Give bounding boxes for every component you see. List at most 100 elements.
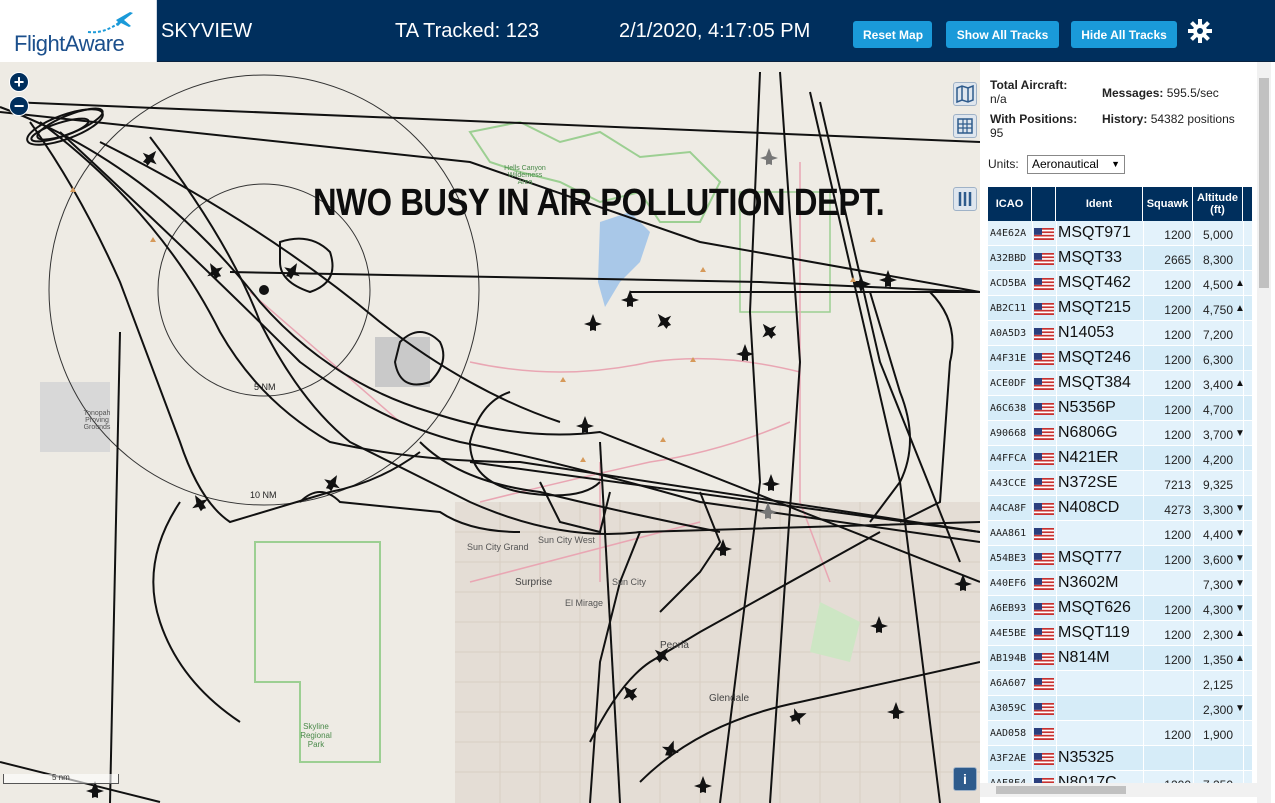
us-flag-icon bbox=[1034, 453, 1054, 465]
column-divider bbox=[1056, 696, 1057, 721]
grid-icon[interactable] bbox=[953, 114, 977, 138]
us-flag-icon bbox=[1034, 428, 1054, 440]
table-row[interactable]: AAA861 1200 4,400 ▼ bbox=[988, 521, 1252, 546]
column-divider bbox=[1193, 396, 1194, 421]
column-divider bbox=[1243, 671, 1244, 696]
ring-label-5nm: 5 NM bbox=[254, 382, 276, 392]
us-flag-icon bbox=[1034, 328, 1054, 340]
column-divider bbox=[1056, 421, 1057, 446]
map-canvas[interactable] bbox=[0, 62, 980, 803]
zoom-in-button[interactable]: + bbox=[9, 72, 29, 92]
panel-scrollbar[interactable] bbox=[1257, 62, 1271, 803]
column-divider bbox=[1032, 321, 1033, 346]
show-all-tracks-button[interactable]: Show All Tracks bbox=[946, 21, 1059, 48]
scale-label: 5 nm bbox=[52, 773, 70, 782]
horizontal-scrollbar[interactable] bbox=[980, 783, 1257, 797]
map-icon[interactable] bbox=[953, 82, 977, 106]
table-row[interactable]: A0A5D3 N14053 1200 7,200 bbox=[988, 321, 1252, 346]
place-label: Skyline Regional Park bbox=[300, 722, 332, 749]
column-divider bbox=[1143, 621, 1144, 646]
map-view[interactable]: NWO BUSY IN AIR POLLUTION DEPT. 5 NM 10 … bbox=[0, 62, 980, 803]
reset-map-button[interactable]: Reset Map bbox=[853, 21, 932, 48]
cell-squawk: 1200 bbox=[1164, 628, 1191, 642]
cell-ident: N35325 bbox=[1058, 749, 1115, 766]
column-divider bbox=[1243, 246, 1244, 271]
column-divider bbox=[1056, 671, 1057, 696]
table-row[interactable]: A4E62A MSQT971 1200 5,000 bbox=[988, 221, 1252, 246]
table-row[interactable]: A6EB93 MSQT626 1200 4,300 ▼ bbox=[988, 596, 1252, 621]
table-row[interactable]: A6A607 2,125 bbox=[988, 671, 1252, 696]
table-row[interactable]: A43CCE N372SE 7213 9,325 bbox=[988, 471, 1252, 496]
table-row[interactable]: A3059C 2,300 ▼ bbox=[988, 696, 1252, 721]
column-divider bbox=[1032, 546, 1033, 571]
column-header-ident[interactable]: Ident bbox=[1056, 187, 1143, 221]
list-icon[interactable] bbox=[953, 187, 977, 211]
table-row[interactable]: A90668 N6806G 1200 3,700 ▼ bbox=[988, 421, 1252, 446]
table-row[interactable]: ACD5BA MSQT462 1200 4,500 ▲ bbox=[988, 271, 1252, 296]
column-header-icao[interactable]: ICAO bbox=[988, 187, 1032, 221]
table-row[interactable]: AAD058 1200 1,900 bbox=[988, 721, 1252, 746]
cell-ident: N421ER bbox=[1058, 449, 1119, 466]
column-divider bbox=[1143, 271, 1144, 296]
cell-icao: A0A5D3 bbox=[990, 328, 1027, 339]
cell-altitude: 2,125 bbox=[1202, 678, 1233, 692]
zoom-out-button[interactable]: − bbox=[9, 96, 29, 116]
messages-value: 595.5/sec bbox=[1166, 86, 1219, 100]
cell-altitude: 7,300 bbox=[1202, 578, 1233, 592]
us-flag-icon bbox=[1034, 578, 1054, 590]
column-header-extra[interactable] bbox=[1243, 187, 1252, 221]
hide-all-tracks-button[interactable]: Hide All Tracks bbox=[1071, 21, 1177, 48]
cell-ident: N14053 bbox=[1058, 324, 1115, 341]
table-row[interactable]: A4F31E MSQT246 1200 6,300 bbox=[988, 346, 1252, 371]
table-row[interactable]: AB2C11 MSQT215 1200 4,750 ▲ bbox=[988, 296, 1252, 321]
cell-altitude: 9,325 bbox=[1202, 478, 1233, 492]
aircraft-table-body: A4E62A MSQT971 1200 5,000 A32BBD MSQT33 2665 8,… bbox=[988, 221, 1252, 796]
table-row[interactable]: A6C638 N5356P 1200 4,700 bbox=[988, 396, 1252, 421]
cell-icao: A32BBD bbox=[990, 253, 1027, 264]
gear-icon[interactable] bbox=[1187, 18, 1213, 44]
column-divider bbox=[1143, 421, 1144, 446]
column-divider bbox=[1032, 296, 1033, 321]
table-row[interactable]: A4FFCA N421ER 1200 4,200 bbox=[988, 446, 1252, 471]
column-divider bbox=[1193, 546, 1194, 571]
table-row[interactable]: A54BE3 MSQT77 1200 3,600 ▼ bbox=[988, 546, 1252, 571]
column-divider bbox=[1143, 446, 1144, 471]
place-label: Hells Canyon Wilderness Area bbox=[504, 165, 546, 186]
flightaware-logo[interactable]: FlightAware bbox=[0, 0, 157, 62]
column-divider bbox=[1056, 471, 1057, 496]
cell-altitude: 4,200 bbox=[1202, 453, 1233, 467]
cell-ident: MSQT119 bbox=[1058, 624, 1130, 641]
place-label: Glendale bbox=[709, 693, 750, 704]
with-positions-label: With Positions: bbox=[990, 112, 1078, 126]
column-divider bbox=[1143, 346, 1144, 371]
cell-altitude: 3,400 bbox=[1202, 378, 1233, 392]
table-row[interactable]: ACE0DF MSQT384 1200 3,400 ▲ bbox=[988, 371, 1252, 396]
cell-icao: AAD058 bbox=[990, 728, 1027, 739]
units-select[interactable]: Aeronautical ▼ bbox=[1027, 155, 1125, 174]
us-flag-icon bbox=[1034, 603, 1054, 615]
cell-icao: A4E62A bbox=[990, 228, 1027, 239]
table-row[interactable]: A32BBD MSQT33 2665 8,300 bbox=[988, 246, 1252, 271]
column-header-altitude[interactable]: Altitude (ft) bbox=[1193, 187, 1243, 221]
cell-icao: ACD5BA bbox=[990, 278, 1027, 289]
us-flag-icon bbox=[1034, 678, 1054, 690]
table-row[interactable]: AB194B N814M 1200 1,350 ▲ bbox=[988, 646, 1252, 671]
place-label: El Mirage bbox=[565, 598, 604, 608]
column-divider bbox=[1193, 596, 1194, 621]
panel-scrollbar-thumb[interactable] bbox=[1259, 78, 1269, 288]
table-row[interactable]: A4E5BE MSQT119 1200 2,300 ▲ bbox=[988, 621, 1252, 646]
with-positions-stat: With Positions: 95 bbox=[990, 112, 1100, 140]
table-row[interactable]: A40EF6 N3602M 7,300 ▼ bbox=[988, 571, 1252, 596]
horizontal-scrollbar-thumb[interactable] bbox=[996, 786, 1126, 794]
column-divider bbox=[1243, 621, 1244, 646]
table-row[interactable]: A3F2AE N35325 bbox=[988, 746, 1252, 771]
cell-icao: A3059C bbox=[990, 703, 1027, 714]
column-header-flag[interactable] bbox=[1032, 187, 1056, 221]
column-divider bbox=[1143, 221, 1144, 246]
table-row[interactable]: A4CA8F N408CD 4273 3,300 ▼ bbox=[988, 496, 1252, 521]
column-divider bbox=[1243, 346, 1244, 371]
column-divider bbox=[1032, 496, 1033, 521]
info-button[interactable]: i bbox=[953, 767, 977, 791]
column-header-squawk[interactable]: Squawk bbox=[1143, 187, 1193, 221]
cell-squawk: 1200 bbox=[1164, 528, 1191, 542]
